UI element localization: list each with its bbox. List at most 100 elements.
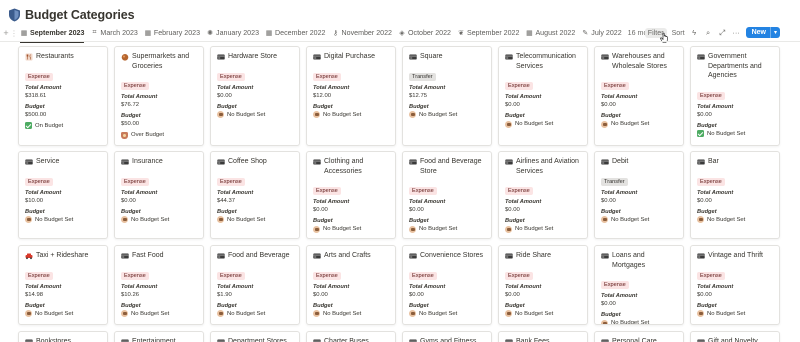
card-title-row: Food and Beverage (217, 251, 293, 261)
total-amount-label: Total Amount (697, 189, 734, 196)
category-card[interactable]: Arts and Crafts Expense Total Amount $0.00 B… (306, 245, 396, 325)
budget-status-label: No Budget Set (611, 121, 650, 127)
type-tag: Expense (601, 281, 629, 289)
credit-card-icon (409, 253, 417, 258)
tab-view[interactable]: ⚷ November 2022 (332, 25, 392, 41)
budget-label: Budget (313, 302, 333, 309)
total-amount-value: $0.00 (313, 207, 328, 213)
category-card[interactable]: Digital Purchase Expense Total Amount $12.0… (306, 46, 396, 146)
budget-status-label: No Budget Set (35, 216, 74, 223)
total-amount-label: Total Amount (601, 189, 638, 196)
tab-view[interactable]: ⌗ March 2023 (90, 25, 137, 41)
budget-label: Budget (25, 302, 45, 309)
total-amount-label: Total Amount (25, 283, 62, 290)
card-title: Entertainment (132, 338, 176, 342)
category-card[interactable]: Ride Share Expense Total Amount $0.00 Budget… (498, 245, 588, 325)
category-card[interactable]: Personal Care (594, 331, 684, 342)
more-icon[interactable]: ··· (732, 28, 741, 37)
tab-view[interactable]: ◈ October 2022 (398, 25, 451, 41)
credit-card-icon (409, 159, 417, 164)
category-card[interactable]: Gift and Novelty (690, 331, 780, 342)
category-card[interactable]: Entertainment (114, 331, 204, 342)
lightning-icon[interactable]: ϟ (690, 28, 699, 37)
type-tag: Expense (25, 72, 53, 81)
total-amount-value: $0.00 (217, 92, 232, 99)
credit-card-icon (313, 54, 321, 59)
category-card[interactable]: Department Stores (210, 331, 300, 342)
budget-status: No Budget Set (217, 310, 293, 318)
category-card[interactable]: Bar Expense Total Amount $0.00 Budget No Budg… (690, 151, 780, 239)
category-card[interactable]: Square Transfer Total Amount $12.75 Budget No… (402, 46, 492, 146)
search-icon[interactable]: ⌕ (704, 28, 713, 38)
category-card[interactable]: Bookstores (18, 331, 108, 342)
tab-view[interactable]: ▦ September 2023 (20, 25, 85, 43)
tab-view[interactable]: ✎ July 2022 (581, 25, 621, 41)
category-card[interactable]: Coffee Shop Expense Total Amount $44.37 Budg… (210, 151, 300, 239)
budget-status: No Budget Set (697, 130, 773, 138)
category-card[interactable]: Taxi + Rideshare Expense Total Amount $14.9… (18, 245, 108, 325)
credit-card-icon (217, 54, 225, 59)
credit-card-icon (505, 253, 513, 258)
category-card[interactable]: Fast Food Expense Total Amount $10.26 Budget… (114, 245, 204, 325)
credit-card-icon (409, 339, 417, 342)
tab-view[interactable]: ✺ January 2023 (206, 25, 259, 41)
category-card[interactable]: Gyms and Fitness (402, 331, 492, 342)
category-card[interactable]: Restaurants Expense Total Amount $318.61 Bud… (18, 46, 108, 146)
tab-label: March 2023 (100, 29, 138, 37)
total-amount-value: $0.00 (505, 102, 520, 108)
card-title: Taxi + Rideshare (36, 252, 89, 259)
sun-icon: ✺ (207, 30, 213, 37)
budget-status-label: No Budget Set (131, 216, 170, 223)
category-card[interactable]: Government Departments and Agencies Expen… (690, 46, 780, 146)
budget-status: Over Budget (121, 131, 197, 139)
total-amount-value: $1.90 (217, 291, 232, 298)
tab-view[interactable]: ▦ February 2023 (144, 25, 200, 41)
total-amount-label: Total Amount (217, 189, 254, 196)
budget-value: $50.00 (121, 121, 140, 127)
tab-label: December 2022 (275, 29, 326, 37)
category-card[interactable]: Insurance Expense Total Amount $0.00 Budget N… (114, 151, 204, 239)
category-card[interactable]: Vintage and Thrift Expense Total Amount $0.… (690, 245, 780, 325)
card-title: Gift and Novelty (708, 338, 758, 342)
card-title: Vintage and Thrift (708, 252, 764, 259)
drag-handle-icon[interactable]: ⋮ (10, 29, 18, 38)
category-card[interactable]: Food and Beverage Expense Total Amount $1.9… (210, 245, 300, 325)
card-title: Food and Beverage (228, 252, 290, 259)
budget-label: Budget (25, 208, 45, 215)
money-bag-icon (217, 216, 224, 223)
category-card[interactable]: Convenience Stores Expense Total Amount $0.… (402, 245, 492, 325)
budget-status-label: Over Budget (131, 132, 165, 138)
category-card[interactable]: Telecommunication Services Expense Total A… (498, 46, 588, 146)
category-card[interactable]: Warehouses and Wholesale Stores Expense To… (594, 46, 684, 146)
category-card[interactable]: Clothing and Accessories Expense Total Amo… (306, 151, 396, 239)
calendar-icon: ▦ (20, 30, 28, 37)
grocery-icon (121, 53, 129, 61)
new-button[interactable]: New ▾ (745, 27, 780, 38)
category-card[interactable]: Debit Transfer Total Amount $0.00 Budget No B… (594, 151, 684, 239)
total-amount-label: Total Amount (121, 283, 158, 290)
category-card[interactable]: Food and Beverage Store Expense Total Amou… (402, 151, 492, 239)
budget-status: No Budget Set (601, 319, 677, 325)
category-card[interactable]: Service Expense Total Amount $10.00 Budget No… (18, 151, 108, 239)
tab-view[interactable]: ▦ August 2022 (525, 25, 575, 41)
sort-button[interactable]: Sort (672, 29, 685, 37)
total-amount-label: Total Amount (409, 283, 446, 290)
card-title-row: Insurance (121, 157, 197, 167)
tab-view[interactable]: ❦ September 2022 (457, 25, 519, 41)
card-title: Personal Care (612, 338, 657, 342)
money-bag-icon (505, 225, 512, 233)
category-card[interactable]: Hardware Store Expense Total Amount $0.00 Bu… (210, 46, 300, 146)
tab-view[interactable]: ▦ December 2022 (265, 25, 326, 41)
budget-status-label: No Budget Set (611, 320, 650, 325)
expand-icon[interactable]: ⤢ (718, 28, 727, 38)
tab-label: November 2022 (341, 29, 392, 37)
category-card[interactable]: Supermarkets and Groceries Expense Total A… (114, 46, 204, 146)
chevron-down-icon[interactable]: ▾ (769, 27, 780, 38)
budget-status-label: No Budget Set (419, 111, 458, 118)
category-card[interactable]: Charter Buses (306, 331, 396, 342)
category-card[interactable]: Bank Fees (498, 331, 588, 342)
add-view-icon[interactable]: + (2, 28, 10, 38)
category-card[interactable]: Airlines and Aviation Services Expense Tot… (498, 151, 588, 239)
card-title-row: Service (25, 157, 101, 167)
category-card[interactable]: Loans and Mortgages Expense Total Amount $0… (594, 245, 684, 325)
